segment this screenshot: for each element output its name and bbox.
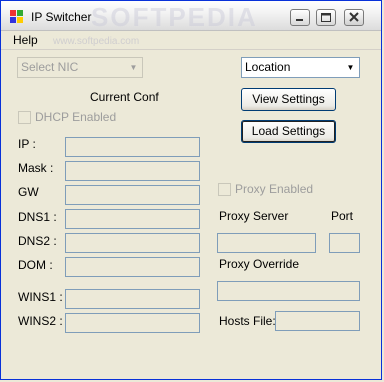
close-button[interactable]: [344, 9, 364, 26]
maximize-button[interactable]: [316, 9, 336, 26]
ip-label: IP :: [18, 137, 36, 151]
chevron-down-icon: ▼: [346, 63, 355, 72]
current-conf-label: Current Conf: [90, 90, 159, 104]
dns1-field[interactable]: [65, 209, 200, 229]
dns2-field[interactable]: [65, 233, 200, 253]
minimize-icon: [296, 19, 303, 21]
view-settings-button[interactable]: View Settings: [241, 88, 336, 111]
dns2-label: DNS2 :: [18, 234, 57, 248]
watermark-logo: SOFTPEDIA: [91, 2, 258, 32]
port-field[interactable]: [329, 233, 360, 253]
title-bar[interactable]: IP Switcher SOFTPEDIA: [1, 1, 381, 32]
proxy-server-label: Proxy Server: [219, 209, 289, 223]
ip-field[interactable]: [65, 137, 200, 157]
app-window: IP Switcher SOFTPEDIA Help www.softpedia…: [0, 0, 382, 380]
gw-field[interactable]: [65, 185, 200, 205]
hosts-file-field[interactable]: [275, 311, 360, 331]
dom-field[interactable]: [65, 257, 200, 277]
gw-label: GW: [18, 185, 39, 199]
wins1-field[interactable]: [65, 289, 200, 309]
wins2-field[interactable]: [65, 313, 200, 333]
dhcp-label: DHCP Enabled: [35, 110, 117, 124]
proxy-server-field[interactable]: [217, 233, 316, 253]
close-icon: [349, 12, 359, 22]
proxy-override-field[interactable]: [217, 281, 360, 301]
mask-field[interactable]: [65, 161, 200, 181]
dom-label: DOM :: [18, 258, 53, 272]
watermark-url: www.softpedia.com: [53, 36, 140, 47]
location-select[interactable]: Location ▼: [241, 57, 360, 78]
proxy-enabled-checkbox[interactable]: [218, 183, 231, 196]
chevron-down-icon: ▼: [129, 63, 138, 72]
wins2-label: WINS2 :: [18, 314, 63, 328]
menu-help[interactable]: Help: [13, 33, 38, 47]
app-icon: [10, 10, 24, 24]
nic-select-value: Select NIC: [21, 60, 79, 74]
maximize-icon: [321, 13, 331, 22]
mask-label: Mask :: [18, 161, 54, 175]
hosts-file-label: Hosts File:: [219, 314, 276, 328]
port-label: Port: [331, 209, 354, 223]
menu-bar: Help www.softpedia.com: [1, 31, 381, 50]
window-title: IP Switcher: [31, 10, 92, 24]
minimize-button[interactable]: [290, 9, 310, 26]
proxy-override-label: Proxy Override: [219, 257, 300, 271]
wins1-label: WINS1 :: [18, 290, 63, 304]
dhcp-checkbox[interactable]: [18, 111, 31, 124]
nic-select[interactable]: Select NIC ▼: [17, 57, 143, 78]
load-settings-button[interactable]: Load Settings: [241, 120, 336, 143]
location-select-value: Location: [245, 60, 291, 74]
proxy-enabled-label: Proxy Enabled: [235, 182, 314, 196]
dns1-label: DNS1 :: [18, 210, 57, 224]
